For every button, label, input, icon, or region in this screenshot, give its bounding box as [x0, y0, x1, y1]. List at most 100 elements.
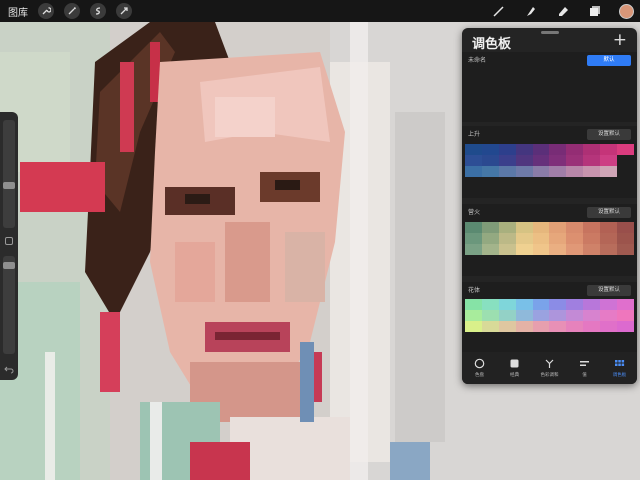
color-swatch[interactable]: [532, 244, 550, 255]
brush-button[interactable]: [491, 3, 507, 19]
color-swatch[interactable]: [515, 244, 533, 255]
transform-button[interactable]: [116, 3, 132, 19]
color-swatch[interactable]: [566, 166, 584, 177]
color-swatch[interactable]: [498, 233, 516, 244]
color-swatch[interactable]: [566, 299, 584, 310]
color-swatch[interactable]: [481, 155, 499, 166]
color-swatch[interactable]: [583, 233, 601, 244]
brush-size-thumb[interactable]: [3, 182, 15, 189]
color-swatch[interactable]: [465, 244, 482, 255]
color-swatch[interactable]: [583, 244, 601, 255]
color-swatch[interactable]: [583, 321, 601, 332]
palette-card-rising[interactable]: 上升 设置默认: [462, 126, 637, 198]
color-swatch[interactable]: [600, 310, 618, 321]
color-swatch[interactable]: [465, 299, 482, 310]
color-swatch[interactable]: [549, 321, 567, 332]
color-swatch[interactable]: [465, 144, 482, 155]
color-swatch[interactable]: [617, 244, 634, 255]
color-swatch[interactable]: [549, 299, 567, 310]
color-swatch[interactable]: [566, 310, 584, 321]
color-swatch[interactable]: [549, 155, 567, 166]
color-swatch[interactable]: [583, 155, 601, 166]
color-swatch[interactable]: [532, 310, 550, 321]
adjustments-button[interactable]: [64, 3, 80, 19]
color-swatch[interactable]: [515, 321, 533, 332]
color-swatch[interactable]: [465, 222, 482, 233]
color-swatch[interactable]: [532, 233, 550, 244]
color-swatch[interactable]: [617, 233, 634, 244]
color-swatch[interactable]: [481, 166, 499, 177]
color-swatch[interactable]: [600, 244, 618, 255]
color-swatch[interactable]: [566, 233, 584, 244]
tab-classic[interactable]: 经典: [497, 352, 532, 384]
color-swatch[interactable]: [617, 310, 634, 321]
selection-button[interactable]: [90, 3, 106, 19]
color-swatch[interactable]: [549, 144, 567, 155]
color-swatch[interactable]: [481, 299, 499, 310]
color-swatch[interactable]: [498, 155, 516, 166]
color-swatch[interactable]: [600, 299, 618, 310]
add-palette-button[interactable]: +: [613, 30, 627, 50]
eraser-button[interactable]: [555, 3, 571, 19]
color-swatch[interactable]: [532, 299, 550, 310]
brush-size-slider[interactable]: [3, 120, 15, 228]
color-swatch[interactable]: [515, 310, 533, 321]
color-swatch[interactable]: [515, 155, 533, 166]
color-swatch[interactable]: [583, 299, 601, 310]
color-swatch[interactable]: [532, 222, 550, 233]
color-swatch[interactable]: [583, 144, 601, 155]
color-swatch[interactable]: [481, 321, 499, 332]
color-swatch[interactable]: [549, 244, 567, 255]
current-color-button[interactable]: [619, 3, 634, 19]
color-swatch[interactable]: [600, 155, 618, 166]
default-badge[interactable]: 默认: [587, 55, 631, 66]
color-swatch[interactable]: [515, 166, 533, 177]
tab-value[interactable]: 值: [567, 352, 602, 384]
color-swatch[interactable]: [481, 233, 499, 244]
actions-button[interactable]: [38, 3, 54, 19]
palette-card-untitled[interactable]: 未命名 默认: [462, 52, 637, 122]
color-swatch[interactable]: [549, 222, 567, 233]
gallery-button[interactable]: 图库: [8, 4, 28, 19]
color-swatch[interactable]: [566, 321, 584, 332]
palette-card-flowery[interactable]: 花体 设置默认: [462, 282, 637, 352]
modify-button[interactable]: [5, 237, 13, 245]
color-swatch[interactable]: [498, 166, 516, 177]
color-swatch[interactable]: [617, 144, 634, 155]
color-swatch[interactable]: [566, 244, 584, 255]
color-swatch[interactable]: [532, 144, 550, 155]
tab-disc[interactable]: 色盘: [462, 352, 497, 384]
color-swatch[interactable]: [481, 244, 499, 255]
color-swatch[interactable]: [617, 321, 634, 332]
tab-harmony[interactable]: 色彩调和: [532, 352, 567, 384]
color-swatch[interactable]: [465, 321, 482, 332]
undo-icon[interactable]: [4, 364, 14, 374]
color-swatch[interactable]: [498, 222, 516, 233]
color-swatch[interactable]: [515, 144, 533, 155]
color-swatch[interactable]: [617, 299, 634, 310]
panel-grabber[interactable]: [541, 31, 559, 34]
smudge-button[interactable]: [523, 3, 539, 19]
color-swatch[interactable]: [583, 166, 601, 177]
color-swatch[interactable]: [498, 310, 516, 321]
color-swatch[interactable]: [566, 144, 584, 155]
color-swatch[interactable]: [515, 222, 533, 233]
color-swatch[interactable]: [617, 222, 634, 233]
color-swatch[interactable]: [549, 310, 567, 321]
color-swatch[interactable]: [583, 310, 601, 321]
color-swatch[interactable]: [515, 299, 533, 310]
color-swatch[interactable]: [465, 233, 482, 244]
color-swatch[interactable]: [600, 222, 618, 233]
color-swatch[interactable]: [481, 310, 499, 321]
opacity-slider[interactable]: [3, 256, 15, 354]
color-swatch[interactable]: [465, 166, 482, 177]
color-swatch[interactable]: [532, 321, 550, 332]
color-swatch[interactable]: [481, 222, 499, 233]
color-swatch[interactable]: [515, 233, 533, 244]
color-swatch[interactable]: [465, 155, 482, 166]
color-swatch[interactable]: [498, 299, 516, 310]
set-default-button[interactable]: 设置默认: [587, 129, 631, 140]
color-swatch[interactable]: [481, 144, 499, 155]
set-default-button[interactable]: 设置默认: [587, 207, 631, 218]
color-swatch[interactable]: [498, 144, 516, 155]
